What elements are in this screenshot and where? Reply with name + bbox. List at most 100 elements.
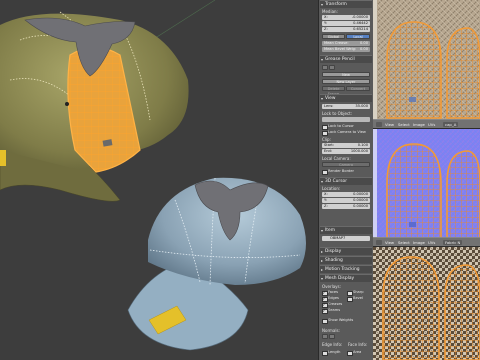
clip-end-field[interactable]: End: 1000.000 — [322, 149, 370, 154]
sharp-checkbox[interactable]: Sharp — [347, 290, 364, 297]
lens-value: 35.000 — [355, 104, 368, 108]
menu-image-2[interactable]: Image — [412, 240, 426, 245]
uv-island-right-1[interactable] — [446, 27, 480, 119]
median-y-key: Y: — [324, 21, 327, 25]
motion-tracking-header[interactable]: Motion Tracking — [320, 265, 372, 274]
median-x-field[interactable]: X: -0.00000 — [322, 15, 370, 20]
convert-button[interactable]: Convert — [346, 86, 370, 91]
face-normals-icon[interactable] — [329, 334, 335, 339]
mean-crease-label: Mean Crease: — [324, 41, 349, 45]
item-header[interactable]: Item — [320, 226, 372, 235]
lock-to-cursor-checkbox[interactable]: Lock to Cursor — [322, 124, 354, 131]
menu-select-1[interactable]: Select — [397, 122, 411, 127]
uv-patch-2 — [409, 222, 416, 227]
median-y-field[interactable]: Y: 0.46442 — [322, 21, 370, 26]
lens-field[interactable]: Lens: 35.000 — [322, 104, 370, 109]
median-z-key: Z: — [324, 27, 328, 31]
cursor-location-label: Location: — [322, 186, 341, 191]
lock-camera-checkbox[interactable]: Lock Camera to View — [322, 130, 366, 137]
lens-label: Lens: — [324, 104, 334, 108]
grease-pencil-header[interactable]: Grease Pencil — [320, 55, 372, 64]
clip-end-label: End: — [324, 149, 333, 153]
mesh-display-header[interactable]: Mesh Display — [320, 274, 372, 283]
pencil-icon[interactable] — [322, 65, 328, 70]
clip-start-field[interactable]: Start: 0.100 — [322, 143, 370, 148]
editor-type-icon-2[interactable] — [376, 239, 382, 245]
blue-cap-object[interactable] — [127, 177, 306, 351]
menu-select-2[interactable]: Select — [397, 240, 411, 245]
scene-data-icon[interactable] — [329, 65, 335, 70]
uv-image-editor-1[interactable]: View Select Image UVs cap_A — [373, 0, 480, 128]
median-label: Median: — [322, 9, 338, 14]
transform-header[interactable]: Transform — [320, 0, 372, 9]
shading-header[interactable]: Shading — [320, 256, 372, 265]
image-name-1[interactable]: cap_A — [443, 121, 459, 127]
bevel-checkbox[interactable]: Bevel — [347, 296, 363, 303]
clip-end-value: 1000.000 — [350, 149, 368, 153]
menu-uvs-2[interactable]: UVs — [427, 240, 436, 245]
mean-bevel-label: Mean Bevel Weig: — [324, 47, 357, 51]
olive-cap-object[interactable] — [0, 11, 189, 202]
vertex-normals-icon[interactable] — [322, 334, 328, 339]
show-weights-checkbox[interactable]: Show Weights — [322, 318, 353, 325]
new-layer-button[interactable]: New Layer — [322, 79, 370, 84]
olive-cap-vertex-dot — [65, 102, 69, 106]
menu-view-1[interactable]: View — [384, 122, 395, 127]
display-header[interactable]: Display — [320, 247, 372, 256]
median-y-value: 0.46442 — [353, 21, 368, 25]
median-x-value: -0.00000 — [351, 15, 368, 19]
viewport-scene[interactable] — [0, 0, 318, 360]
faces-checkbox[interactable]: Faces — [322, 290, 338, 297]
properties-panel[interactable]: Transform Median: X: -0.00000 Y: 0.46442 Z… — [318, 0, 373, 360]
menu-uvs-1[interactable]: UVs — [427, 122, 436, 127]
median-z-field[interactable]: Z: 0.65214 — [322, 27, 370, 32]
3d-viewport[interactable] — [0, 0, 318, 360]
render-border-checkbox[interactable]: Render Border — [322, 169, 354, 176]
uv-island-left-3[interactable] — [382, 256, 440, 360]
creases-checkbox[interactable]: Creases — [322, 302, 342, 309]
blender-window: Transform Median: X: -0.00000 Y: 0.46442 Z… — [0, 0, 480, 360]
delete-frame-button[interactable]: Delete Frame — [322, 86, 345, 96]
mean-crease-field[interactable]: Mean Crease: 0.00 — [322, 41, 370, 46]
view-header[interactable]: View — [320, 94, 372, 103]
cursor-x-key: X: — [324, 192, 328, 196]
median-z-value: 0.65214 — [353, 27, 368, 31]
lock-object-field[interactable] — [322, 117, 370, 122]
edge-info-label: Edge Info: — [322, 342, 343, 347]
cursor-x-field[interactable]: X: 0.00000 — [322, 192, 370, 197]
area-checkbox[interactable]: Area — [347, 350, 361, 357]
uv-island-right-2[interactable] — [446, 150, 480, 238]
overlays-label: Overlays: — [322, 284, 341, 289]
uv-canvas-3[interactable] — [373, 247, 480, 360]
cursor-z-value: 0.00000 — [353, 204, 368, 208]
3d-cursor-header[interactable]: 3D Cursor — [320, 177, 372, 186]
edges-checkbox[interactable]: Edges — [322, 296, 339, 303]
local-toggle[interactable]: Local — [346, 34, 370, 39]
grease-pencil-new-button[interactable]: New — [322, 72, 370, 77]
seams-checkbox[interactable]: Seams — [322, 308, 340, 315]
olive-cap-badge — [0, 150, 6, 166]
uv-image-editor-2[interactable]: View Select Image UVs Fabric N — [373, 129, 480, 246]
camera-field[interactable]: Camera — [322, 162, 370, 167]
length-checkbox[interactable]: Length — [322, 350, 340, 357]
menu-image-1[interactable]: Image — [412, 122, 426, 127]
cursor-y-field[interactable]: Y: 0.00000 — [322, 198, 370, 203]
face-info-label: Face Info: — [348, 342, 368, 347]
editor-type-icon-1[interactable] — [376, 121, 382, 127]
menu-view-2[interactable]: View — [384, 240, 395, 245]
cursor-x-value: 0.00000 — [353, 192, 368, 196]
mean-crease-value: 0.00 — [359, 41, 368, 45]
global-toggle[interactable]: Global — [322, 34, 345, 39]
clip-start-value: 0.100 — [357, 143, 368, 147]
mean-bevel-value: 0.00 — [359, 47, 368, 51]
mean-bevel-field[interactable]: Mean Bevel Weig: 0.00 — [322, 47, 370, 52]
uv-island-right-3[interactable] — [444, 264, 480, 360]
clip-start-label: Start: — [324, 143, 334, 147]
uv-canvas-2[interactable] — [373, 129, 480, 238]
object-name-field[interactable]: OBMAP7 — [322, 236, 370, 241]
uv-island-left-1[interactable] — [386, 21, 442, 119]
image-name-2[interactable]: Fabric N — [443, 239, 463, 245]
cursor-z-field[interactable]: Z: 0.00000 — [322, 204, 370, 209]
uv-canvas-1[interactable] — [373, 0, 480, 120]
uv-image-editor-3[interactable] — [373, 247, 480, 360]
